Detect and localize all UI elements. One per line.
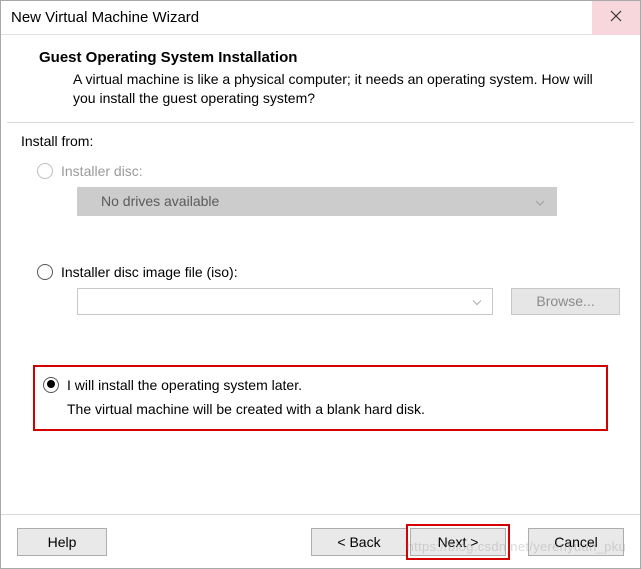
- label-install-later: I will install the operating system late…: [67, 377, 302, 393]
- cancel-button-label: Cancel: [554, 534, 598, 550]
- titlebar: New Virtual Machine Wizard: [1, 1, 640, 35]
- iso-path-input[interactable]: [77, 288, 493, 315]
- back-button[interactable]: < Back: [311, 528, 407, 556]
- close-icon: [610, 10, 622, 25]
- highlight-later-option: I will install the operating system late…: [33, 365, 608, 431]
- page-title: Guest Operating System Installation: [39, 49, 612, 66]
- install-from-label: Install from:: [21, 133, 620, 149]
- next-button-label: Next >: [438, 534, 479, 550]
- drive-dropdown: No drives available: [77, 187, 557, 216]
- footer: Help < Back Next > Cancel: [1, 514, 640, 568]
- highlight-next-button: Next >: [406, 524, 510, 560]
- radio-install-later[interactable]: [43, 377, 59, 393]
- chevron-down-icon: [472, 294, 482, 309]
- option-installer-disc: Installer disc:: [37, 163, 620, 179]
- page-description: A virtual machine is like a physical com…: [39, 70, 612, 108]
- browse-button-label: Browse...: [536, 293, 594, 309]
- cancel-button[interactable]: Cancel: [528, 528, 624, 556]
- window-title: New Virtual Machine Wizard: [1, 9, 592, 26]
- help-button[interactable]: Help: [17, 528, 107, 556]
- chevron-down-icon: [535, 193, 545, 209]
- label-iso: Installer disc image file (iso):: [61, 264, 238, 280]
- option-iso[interactable]: Installer disc image file (iso):: [37, 264, 620, 280]
- label-installer-disc: Installer disc:: [61, 163, 143, 179]
- body: Install from: Installer disc: No drives …: [1, 123, 640, 431]
- next-button[interactable]: Next >: [410, 528, 506, 556]
- desc-install-later: The virtual machine will be created with…: [67, 401, 596, 417]
- option-install-later[interactable]: I will install the operating system late…: [43, 377, 596, 393]
- header-block: Guest Operating System Installation A vi…: [1, 35, 640, 118]
- radio-iso[interactable]: [37, 264, 53, 280]
- radio-installer-disc: [37, 163, 53, 179]
- wizard-window: New Virtual Machine Wizard Guest Operati…: [0, 0, 641, 569]
- browse-button: Browse...: [511, 288, 620, 315]
- close-button[interactable]: [592, 1, 640, 35]
- back-button-label: < Back: [337, 534, 380, 550]
- drive-dropdown-value: No drives available: [101, 193, 219, 209]
- help-button-label: Help: [48, 534, 77, 550]
